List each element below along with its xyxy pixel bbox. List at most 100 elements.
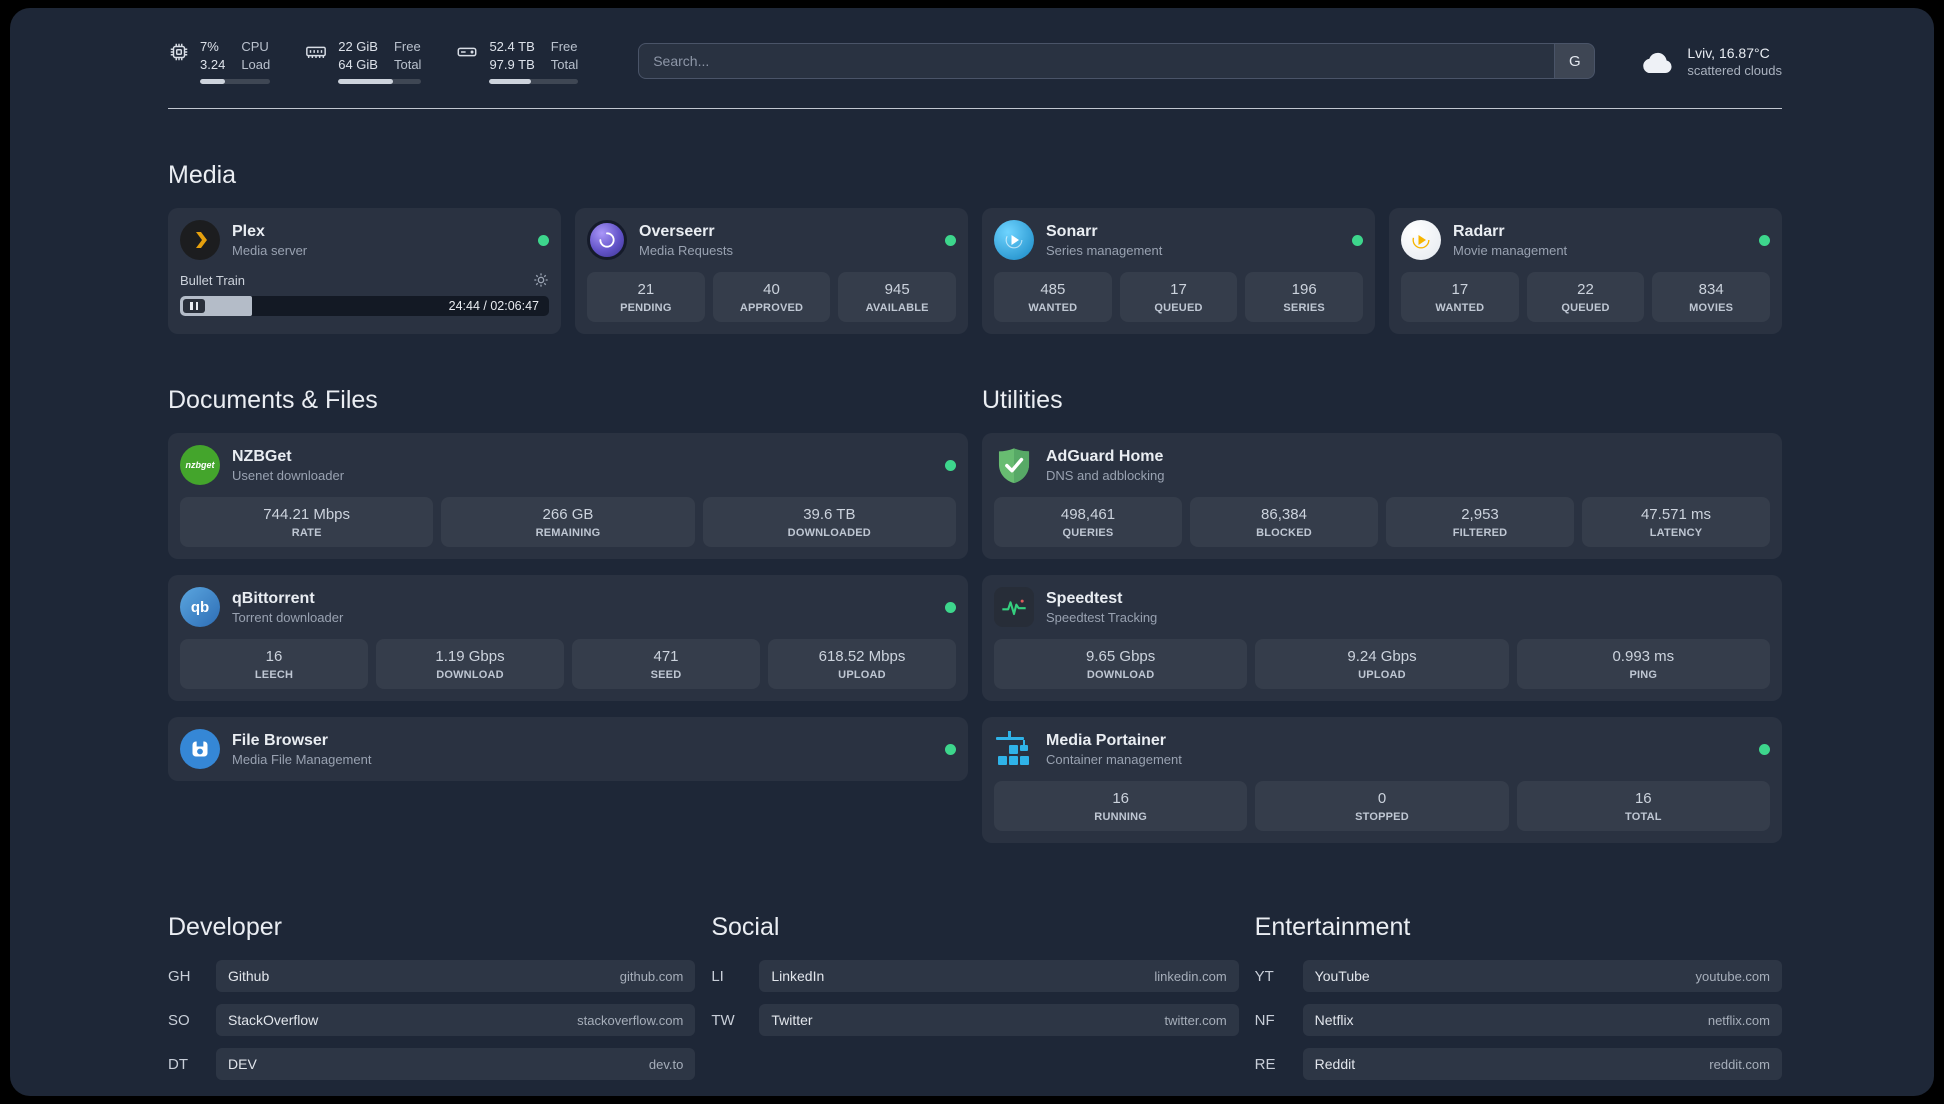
bookmark-link-dev[interactable]: DEV dev.to: [216, 1048, 696, 1081]
stat-value: 86,384: [1261, 506, 1307, 524]
plex-card-link[interactable]: Plex Media server: [180, 220, 549, 261]
service-desc: Media File Management: [232, 751, 372, 767]
bookmark-name: Reddit: [1314, 1056, 1356, 1073]
bookmark-row: YT YouTube youtube.com: [1255, 960, 1782, 993]
portainer-card: Media Portainer Container management 16 …: [982, 717, 1782, 844]
radarr-icon: [1401, 220, 1441, 261]
bookmark-url: stackoverflow.com: [577, 1012, 684, 1028]
disk-total-label: Total: [550, 57, 579, 73]
bookmark-url: github.com: [619, 968, 684, 984]
stat-label: LATENCY: [1649, 527, 1703, 540]
service-desc: Media Requests: [639, 242, 733, 258]
gear-icon[interactable]: [533, 272, 549, 288]
stat-tile: 266 GB REMAINING: [441, 497, 695, 548]
search-engine-button[interactable]: G: [1554, 44, 1595, 79]
service-desc: Series management: [1046, 242, 1163, 258]
top-bar: 7% 3.24 CPU Load 22 GiB 64 GiB Free Tota…: [168, 38, 1782, 85]
ram-free-value: 22 GiB: [338, 39, 378, 54]
bookmark-link-github[interactable]: Github github.com: [216, 960, 696, 993]
filebrowser-card-link[interactable]: File Browser Media File Management: [180, 729, 956, 770]
section-title-utilities: Utilities: [982, 386, 1063, 415]
disk-free-label: Free: [550, 39, 578, 54]
stat-tile: 744.21 Mbps RATE: [180, 497, 434, 548]
service-name: Speedtest: [1046, 589, 1123, 607]
stat-value: 9.65 Gbps: [1086, 648, 1156, 666]
playback-progress-bar[interactable]: 24:44 / 02:06:47: [180, 296, 549, 317]
stat-label: SERIES: [1283, 302, 1325, 315]
stat-label: RUNNING: [1094, 811, 1148, 824]
plex-card: Plex Media server Bullet Train 24:44 / 0…: [168, 208, 561, 335]
stat-label: SEED: [650, 669, 682, 682]
bookmark-link-youtube[interactable]: YouTube youtube.com: [1302, 960, 1782, 993]
cpu-label: CPU: [241, 39, 269, 54]
cpu-percent: 7%: [200, 39, 219, 54]
dashboard-panel: 7% 3.24 CPU Load 22 GiB 64 GiB Free Tota…: [10, 8, 1934, 1096]
qbittorrent-card-link[interactable]: qb qBittorrent Torrent downloader: [180, 587, 956, 628]
bookmark-row: LI LinkedIn linkedin.com: [711, 960, 1239, 993]
filebrowser-card: File Browser Media File Management: [168, 717, 968, 782]
adguard-card-link[interactable]: AdGuard Home DNS and adblocking: [994, 445, 1770, 485]
search-input[interactable]: [639, 44, 1555, 79]
radarr-card-link[interactable]: Radarr Movie management: [1401, 220, 1770, 261]
plex-icon: [180, 220, 220, 261]
section-title-social: Social: [711, 913, 780, 942]
section-title-media: Media: [168, 161, 237, 190]
service-desc: Media server: [232, 242, 308, 258]
stat-tile: 40 APPROVED: [712, 272, 831, 323]
service-name: Overseerr: [639, 222, 715, 240]
stat-tile: 16 TOTAL: [1516, 781, 1770, 832]
bookmark-link-twitter[interactable]: Twitter twitter.com: [759, 1004, 1239, 1037]
speedtest-card: Speedtest Speedtest Tracking 9.65 Gbps D…: [982, 575, 1782, 702]
bookmark-link-reddit[interactable]: Reddit reddit.com: [1302, 1048, 1782, 1081]
stat-tile: 39.6 TB DOWNLOADED: [702, 497, 956, 548]
cpu-progress-fill: [200, 79, 225, 85]
bookmark-abbr: SO: [168, 1011, 190, 1029]
stat-tile: 618.52 Mbps UPLOAD: [768, 639, 956, 690]
overseerr-card-link[interactable]: Overseerr Media Requests: [587, 220, 956, 261]
bookmark-url: youtube.com: [1695, 968, 1770, 984]
stat-label: STOPPED: [1355, 811, 1409, 824]
stat-value: 618.52 Mbps: [818, 648, 906, 666]
portainer-card-link[interactable]: Media Portainer Container management: [994, 729, 1770, 769]
bookmark-url: linkedin.com: [1154, 968, 1227, 984]
cpu-progress-bar: [200, 79, 271, 85]
disk-total-value: 97.9 TB: [489, 57, 535, 73]
stat-label: TOTAL: [1624, 811, 1662, 824]
bookmark-link-linkedin[interactable]: LinkedIn linkedin.com: [759, 960, 1239, 993]
status-dot: [1759, 743, 1770, 755]
stat-label: REMAINING: [535, 527, 601, 540]
sonarr-card-link[interactable]: Sonarr Series management: [994, 220, 1363, 261]
speedtest-card-link[interactable]: Speedtest Speedtest Tracking: [994, 587, 1770, 628]
stat-tile: 47.571 ms LATENCY: [1582, 497, 1770, 548]
section-title-documents: Documents & Files: [168, 386, 378, 415]
bookmark-url: reddit.com: [1709, 1056, 1770, 1072]
bookmark-link-netflix[interactable]: Netflix netflix.com: [1302, 1004, 1782, 1037]
service-name: Media Portainer: [1046, 731, 1167, 749]
stat-tile: 196 SERIES: [1245, 272, 1364, 323]
stat-value: 39.6 TB: [803, 506, 856, 524]
service-name: qBittorrent: [232, 589, 315, 607]
bookmark-link-stackoverflow[interactable]: StackOverflow stackoverflow.com: [216, 1004, 696, 1037]
documents-column: Documents & Files nzbget NZBGet Usenet d…: [168, 334, 968, 859]
stat-label: UPLOAD: [1358, 669, 1406, 682]
stat-tile: 22 QUEUED: [1526, 272, 1645, 323]
ram-stick-icon: [306, 46, 327, 58]
nzbget-card-link[interactable]: nzbget NZBGet Usenet downloader: [180, 445, 956, 486]
stat-value: 266 GB: [542, 506, 594, 524]
stat-tile: 9.65 Gbps DOWNLOAD: [994, 639, 1248, 690]
service-name: NZBGet: [232, 447, 292, 465]
bookmark-url: twitter.com: [1164, 1012, 1227, 1028]
service-desc: DNS and adblocking: [1046, 467, 1165, 483]
bookmark-url: netflix.com: [1707, 1012, 1770, 1028]
pause-icon[interactable]: [183, 299, 205, 314]
stat-tile: 945 AVAILABLE: [838, 272, 957, 323]
stat-label: RATE: [291, 527, 322, 540]
stat-value: 2,953: [1461, 506, 1499, 524]
stat-tile: 17 WANTED: [1401, 272, 1519, 323]
bookmark-row: TW Twitter twitter.com: [711, 1004, 1239, 1037]
cpu-chip-icon: [170, 43, 188, 61]
stat-label: LEECH: [254, 669, 294, 682]
stat-value: 945: [884, 281, 910, 299]
status-dot: [1759, 234, 1770, 246]
section-title-entertainment: Entertainment: [1254, 913, 1411, 942]
